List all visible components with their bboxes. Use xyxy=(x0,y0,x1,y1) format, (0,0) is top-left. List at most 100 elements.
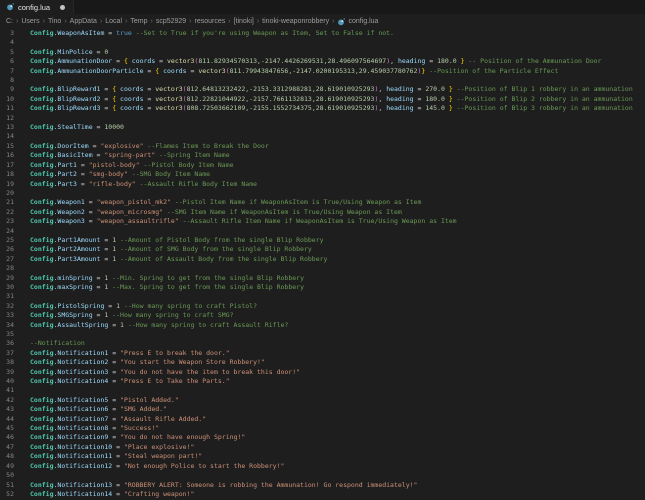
code-line-text: Config.DoorItem = "explosive" --Flames I… xyxy=(14,142,269,151)
code-line[interactable]: 19Config.Part3 = "rifle-body" --Assault … xyxy=(0,180,645,189)
code-line-text: Config.Notification9 = "You do not have … xyxy=(14,433,245,442)
code-line[interactable]: 26Config.Part2Amount = 1 --Amount of SMG… xyxy=(0,245,645,254)
breadcrumb-item[interactable]: Local xyxy=(105,18,122,25)
line-number: 16 xyxy=(0,151,14,160)
code-line-text: Config.Notification12 = "Not enough Poli… xyxy=(14,462,284,471)
line-number: 29 xyxy=(0,274,14,283)
code-line[interactable]: 44Config.Notification7 = "Assault Rifle … xyxy=(0,415,645,424)
line-number: 33 xyxy=(0,311,14,320)
code-line[interactable]: 34Config.AssaultSpring = 1 --How many sp… xyxy=(0,321,645,330)
line-number: 25 xyxy=(0,236,14,245)
code-line[interactable]: 49Config.Notification12 = "Not enough Po… xyxy=(0,462,645,471)
line-number: 24 xyxy=(0,227,14,236)
code-line[interactable]: 42Config.Notification5 = "Pistol Added." xyxy=(0,396,645,405)
code-line-text: Config.Weapon2 = "weapon_microsmg" --SMG… xyxy=(14,208,402,217)
code-line[interactable]: 47Config.Notification10 = "Place explosi… xyxy=(0,443,645,452)
code-line[interactable]: 12 xyxy=(0,114,645,123)
code-line[interactable]: 51Config.Notification13 = "ROBBERY ALERT… xyxy=(0,481,645,490)
code-line[interactable]: 31 xyxy=(0,292,645,301)
line-number: 26 xyxy=(0,245,14,254)
code-line-text: Config.Notification14 = "Crafting weapon… xyxy=(14,490,194,499)
line-number: 47 xyxy=(0,443,14,452)
code-line-text: Config.Notification11 = "Steal weapon pa… xyxy=(14,452,202,461)
code-line-text: Config.Part2Amount = 1 --Amount of SMG B… xyxy=(14,245,312,254)
code-line[interactable]: 46Config.Notification9 = "You do not hav… xyxy=(0,433,645,442)
code-line[interactable]: 4 xyxy=(0,38,645,47)
code-line-text: Config.minSpring = 1 --Min. Spring to ge… xyxy=(14,274,304,283)
breadcrumb-item[interactable]: Users xyxy=(21,18,39,25)
line-number: 49 xyxy=(0,462,14,471)
line-number: 46 xyxy=(0,433,14,442)
code-line[interactable]: 33Config.SMGSpring = 1 --How many spring… xyxy=(0,311,645,320)
code-line-text xyxy=(14,114,30,123)
line-number: 32 xyxy=(0,302,14,311)
code-line[interactable]: 9Config.BlipReward1 = { coords = vector3… xyxy=(0,85,645,94)
breadcrumb-separator-icon: › xyxy=(228,18,230,25)
code-line-text xyxy=(14,189,30,198)
code-line[interactable]: 30Config.maxSpring = 1 --Max. Spring to … xyxy=(0,283,645,292)
code-line[interactable]: 40Config.Notification4 = "Press E to Tak… xyxy=(0,377,645,386)
code-line[interactable]: 28 xyxy=(0,264,645,273)
code-line[interactable]: 37Config.Notification1 = "Press E to bre… xyxy=(0,349,645,358)
code-line-text: Config.BlipReward2 = { coords = vector3(… xyxy=(14,95,633,104)
breadcrumb-item[interactable]: config.lua xyxy=(337,18,378,26)
breadcrumb-separator-icon: › xyxy=(257,18,259,25)
code-line[interactable]: 16Config.BasicItem = "spring-part" --Spr… xyxy=(0,151,645,160)
code-line[interactable]: 17Config.Part1 = "pistol-body" --Pistol … xyxy=(0,161,645,170)
code-line-text xyxy=(14,471,30,480)
code-line[interactable]: 48Config.Notification11 = "Steal weapon … xyxy=(0,452,645,461)
code-line-text xyxy=(14,330,30,339)
code-line[interactable]: 14 xyxy=(0,132,645,141)
code-line[interactable]: 20 xyxy=(0,189,645,198)
breadcrumb-item[interactable]: C: xyxy=(6,18,13,25)
code-line[interactable]: 15Config.DoorItem = "explosive" --Flames… xyxy=(0,142,645,151)
code-line[interactable]: 22Config.Weapon2 = "weapon_microsmg" --S… xyxy=(0,208,645,217)
code-line[interactable]: 23Config.Weapon3 = "weapon_assaultrifle"… xyxy=(0,217,645,226)
code-line-text xyxy=(14,292,30,301)
code-line[interactable]: 50 xyxy=(0,471,645,480)
line-number: 50 xyxy=(0,471,14,480)
line-number: 28 xyxy=(0,264,14,273)
code-line[interactable]: 45Config.Notification8 = "Success!" xyxy=(0,424,645,433)
code-line-text: Config.Notification3 = "You do not have … xyxy=(14,368,300,377)
code-line[interactable]: 38Config.Notification2 = "You start the … xyxy=(0,358,645,367)
code-line[interactable]: 3Config.WeaponAsItem = true --Set to Tru… xyxy=(0,29,645,38)
code-line[interactable]: 21Config.Weapon1 = "weapon_pistol_mk2" -… xyxy=(0,198,645,207)
code-line-text xyxy=(14,38,30,47)
code-line[interactable]: 41 xyxy=(0,386,645,395)
breadcrumb-item[interactable]: [tinoki] xyxy=(234,18,254,25)
code-line[interactable]: 7Config.AmmunationDoorParticle = { coord… xyxy=(0,67,645,76)
line-number: 23 xyxy=(0,217,14,226)
code-line[interactable]: 35 xyxy=(0,330,645,339)
breadcrumb: C:›Users›Tino›AppData›Local›Temp›scp5292… xyxy=(0,15,645,28)
code-line-text: --Notification xyxy=(14,339,85,348)
code-line[interactable]: 43Config.Notification6 = "SMG Added." xyxy=(0,405,645,414)
code-line[interactable]: 29Config.minSpring = 1 --Min. Spring to … xyxy=(0,274,645,283)
breadcrumb-item[interactable]: Tino xyxy=(48,18,61,25)
code-line[interactable]: 52Config.Notification14 = "Crafting weap… xyxy=(0,490,645,499)
breadcrumb-item[interactable]: AppData xyxy=(70,18,97,25)
breadcrumb-item[interactable]: scp52929 xyxy=(156,18,186,25)
breadcrumb-item[interactable]: tinoki-weaponrobbery xyxy=(262,18,329,25)
code-line[interactable]: 39Config.Notification3 = "You do not hav… xyxy=(0,368,645,377)
code-line[interactable]: 11Config.BlipReward3 = { coords = vector… xyxy=(0,104,645,113)
code-line[interactable]: 10Config.BlipReward2 = { coords = vector… xyxy=(0,95,645,104)
modified-indicator-icon[interactable] xyxy=(60,5,65,10)
code-line[interactable]: 25Config.Part1Amount = 1 --Amount of Pis… xyxy=(0,236,645,245)
line-number: 27 xyxy=(0,255,14,264)
code-line[interactable]: 32Config.PistolSpring = 1 --How many spr… xyxy=(0,302,645,311)
code-line-text xyxy=(14,264,30,273)
breadcrumb-item[interactable]: Temp xyxy=(130,18,147,25)
code-line[interactable]: 18Config.Part2 = "smg-body" --SMG Body I… xyxy=(0,170,645,179)
tab-config-lua[interactable]: config.lua xyxy=(0,0,74,14)
breadcrumb-item[interactable]: resources xyxy=(195,18,226,25)
code-line[interactable]: 13Config.StealTime = 10000 xyxy=(0,123,645,132)
code-line-text: Config.Notification7 = "Assault Rifle Ad… xyxy=(14,415,206,424)
code-editor[interactable]: 3Config.WeaponAsItem = true --Set to Tru… xyxy=(0,28,645,499)
code-line[interactable]: 6Config.AmmunationDoor = { coords = vect… xyxy=(0,57,645,66)
code-line[interactable]: 5Config.MinPolice = 0 xyxy=(0,48,645,57)
code-line[interactable]: 36--Notification xyxy=(0,339,645,348)
code-line[interactable]: 8 xyxy=(0,76,645,85)
code-line[interactable]: 27Config.Part3Amount = 1 --Amount of Ass… xyxy=(0,255,645,264)
code-line[interactable]: 24 xyxy=(0,227,645,236)
